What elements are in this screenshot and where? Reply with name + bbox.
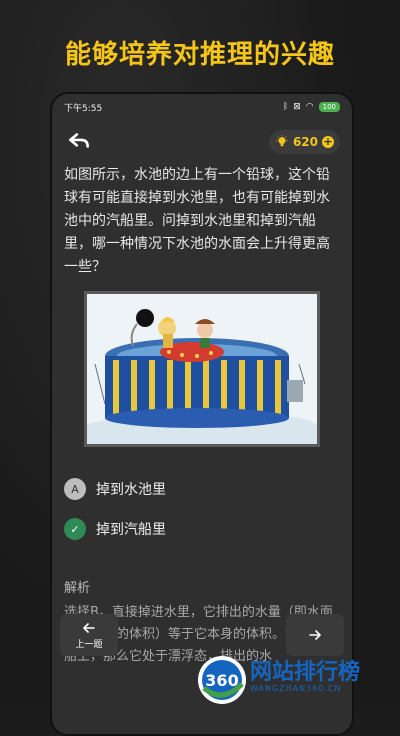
- option-b[interactable]: ✓ 掉到汽船里: [64, 509, 340, 549]
- phone-frame: 下午5:55 ᛒ ⊠ ◠ 100 620 + 如图所示，水池的边上有一个铅球，这…: [50, 92, 354, 736]
- watermark-brand: 网站排行榜: [250, 660, 361, 685]
- logo-360-icon: 360: [198, 656, 246, 704]
- check-icon: ✓: [64, 518, 86, 540]
- back-arrow-icon[interactable]: [66, 128, 92, 154]
- alarm-icon: ⊠: [293, 102, 301, 112]
- prev-question-label: 上一题: [75, 639, 103, 650]
- option-b-label: 掉到汽船里: [96, 522, 166, 538]
- option-a-badge: A: [64, 478, 86, 500]
- score-pill[interactable]: 620 +: [268, 130, 340, 154]
- bluetooth-icon: ᛒ: [282, 102, 289, 112]
- top-bar: 620 +: [52, 120, 352, 164]
- pool-illustration-image: [87, 294, 317, 444]
- option-a-label: 掉到水池里: [96, 482, 166, 498]
- question-text: 如图所示，水池的边上有一个铅球，这个铅球有可能直接掉到水池里，也有可能掉到水池中…: [64, 167, 330, 275]
- option-a[interactable]: A 掉到水池里: [64, 469, 340, 509]
- logo-360-text: 360: [205, 671, 238, 690]
- status-icons: ᛒ ⊠ ◠ 100: [283, 102, 340, 112]
- status-bar: 下午5:55 ᛒ ⊠ ◠ 100: [52, 94, 352, 120]
- watermark: 360 网站排行榜 WANGZHAN360.CN: [194, 650, 400, 711]
- question-illustration: [84, 291, 320, 447]
- status-time: 下午5:55: [64, 103, 103, 114]
- arrow-right-icon: [309, 630, 321, 640]
- analysis-title: 解析: [64, 581, 91, 596]
- wifi-icon: ◠: [305, 102, 314, 112]
- prev-question-button[interactable]: 上一题: [60, 614, 118, 656]
- promo-title: 能够培养对推理的兴趣: [64, 40, 335, 70]
- score-value: 620: [292, 135, 318, 149]
- arrow-left-icon: [83, 622, 95, 633]
- watermark-url: WANGZHAN360.CN: [250, 684, 342, 693]
- bulb-icon: [276, 135, 288, 147]
- battery-icon: 100: [318, 102, 340, 112]
- plus-icon[interactable]: +: [322, 136, 334, 148]
- answer-options: A 掉到水池里 ✓ 掉到汽船里: [52, 469, 352, 549]
